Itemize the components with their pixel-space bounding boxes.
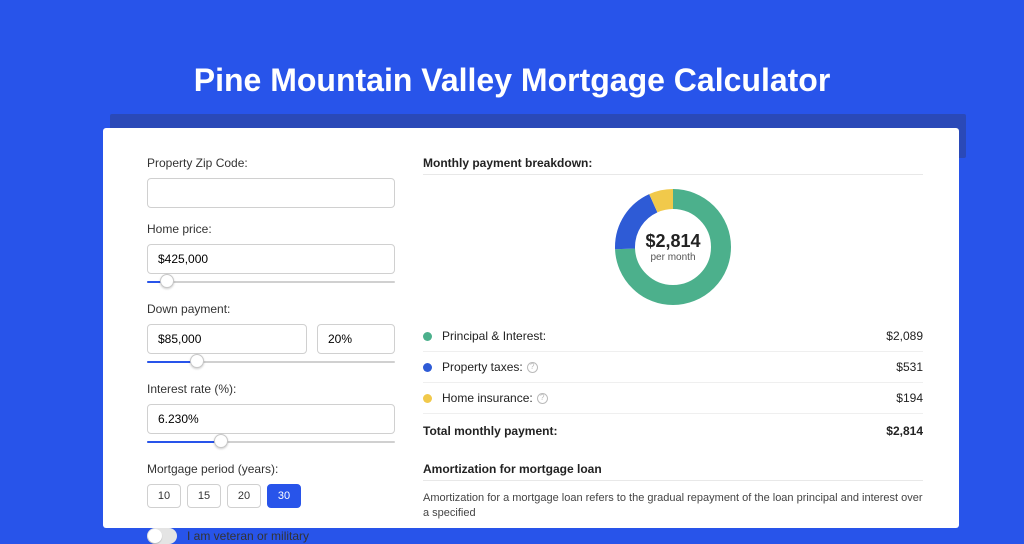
legend-dot <box>423 394 432 403</box>
legend-value: $531 <box>896 360 923 374</box>
legend-label: Home insurance: ? <box>442 391 896 405</box>
legend-row: Home insurance: ?$194 <box>423 382 923 413</box>
slider-handle[interactable] <box>214 434 228 448</box>
period-field: Mortgage period (years): 10152030 <box>147 462 395 508</box>
slider-handle[interactable] <box>190 354 204 368</box>
veteran-label: I am veteran or military <box>187 529 309 543</box>
total-row: Total monthly payment: $2,814 <box>423 413 923 448</box>
home-price-input[interactable] <box>147 244 395 274</box>
donut-wrap: $2,814 per month <box>423 185 923 309</box>
down-payment-label: Down payment: <box>147 302 395 316</box>
interest-label: Interest rate (%): <box>147 382 395 396</box>
breakdown-heading: Monthly payment breakdown: <box>423 156 923 170</box>
zip-input[interactable] <box>147 178 395 208</box>
zip-label: Property Zip Code: <box>147 156 395 170</box>
down-payment-field: Down payment: <box>147 302 395 368</box>
period-btn-10[interactable]: 10 <box>147 484 181 508</box>
home-price-slider[interactable] <box>147 276 395 288</box>
home-price-field: Home price: <box>147 222 395 288</box>
slider-handle[interactable] <box>160 274 174 288</box>
legend-label: Property taxes: ? <box>442 360 896 374</box>
form-column: Property Zip Code: Home price: Down paym… <box>147 156 395 528</box>
interest-input[interactable] <box>147 404 395 434</box>
legend-value: $2,089 <box>886 329 923 343</box>
down-payment-row <box>147 324 395 354</box>
total-value: $2,814 <box>886 424 923 438</box>
period-row: 10152030 <box>147 484 395 508</box>
legend-value: $194 <box>896 391 923 405</box>
interest-slider[interactable] <box>147 436 395 448</box>
total-label: Total monthly payment: <box>423 424 886 438</box>
breakdown-column: Monthly payment breakdown: $2,814 per mo… <box>423 156 923 528</box>
amortization-text: Amortization for a mortgage loan refers … <box>423 491 923 522</box>
veteran-row: I am veteran or military <box>147 528 395 544</box>
down-payment-slider[interactable] <box>147 356 395 368</box>
interest-field: Interest rate (%): <box>147 382 395 448</box>
toggle-knob <box>148 529 162 543</box>
donut-center: $2,814 per month <box>611 185 735 309</box>
info-icon[interactable]: ? <box>527 362 538 373</box>
divider <box>423 480 923 481</box>
legend: Principal & Interest:$2,089Property taxe… <box>423 321 923 413</box>
amortization-heading: Amortization for mortgage loan <box>423 462 923 476</box>
legend-label: Principal & Interest: <box>442 329 886 343</box>
legend-row: Property taxes: ?$531 <box>423 351 923 382</box>
donut-chart: $2,814 per month <box>611 185 735 309</box>
period-btn-30[interactable]: 30 <box>267 484 301 508</box>
zip-field: Property Zip Code: <box>147 156 395 208</box>
period-label: Mortgage period (years): <box>147 462 395 476</box>
info-icon[interactable]: ? <box>537 393 548 404</box>
slider-track <box>147 281 395 283</box>
donut-amount: $2,814 <box>645 231 700 252</box>
legend-row: Principal & Interest:$2,089 <box>423 321 923 351</box>
legend-dot <box>423 332 432 341</box>
donut-sub: per month <box>650 252 695 263</box>
amortization-section: Amortization for mortgage loan Amortizat… <box>423 462 923 522</box>
page-title: Pine Mountain Valley Mortgage Calculator <box>0 0 1024 99</box>
period-btn-15[interactable]: 15 <box>187 484 221 508</box>
calculator-card: Property Zip Code: Home price: Down paym… <box>103 128 959 528</box>
divider <box>423 174 923 175</box>
slider-fill <box>147 441 221 443</box>
down-payment-pct-input[interactable] <box>317 324 395 354</box>
period-btn-20[interactable]: 20 <box>227 484 261 508</box>
veteran-toggle[interactable] <box>147 528 177 544</box>
down-payment-input[interactable] <box>147 324 307 354</box>
legend-dot <box>423 363 432 372</box>
home-price-label: Home price: <box>147 222 395 236</box>
